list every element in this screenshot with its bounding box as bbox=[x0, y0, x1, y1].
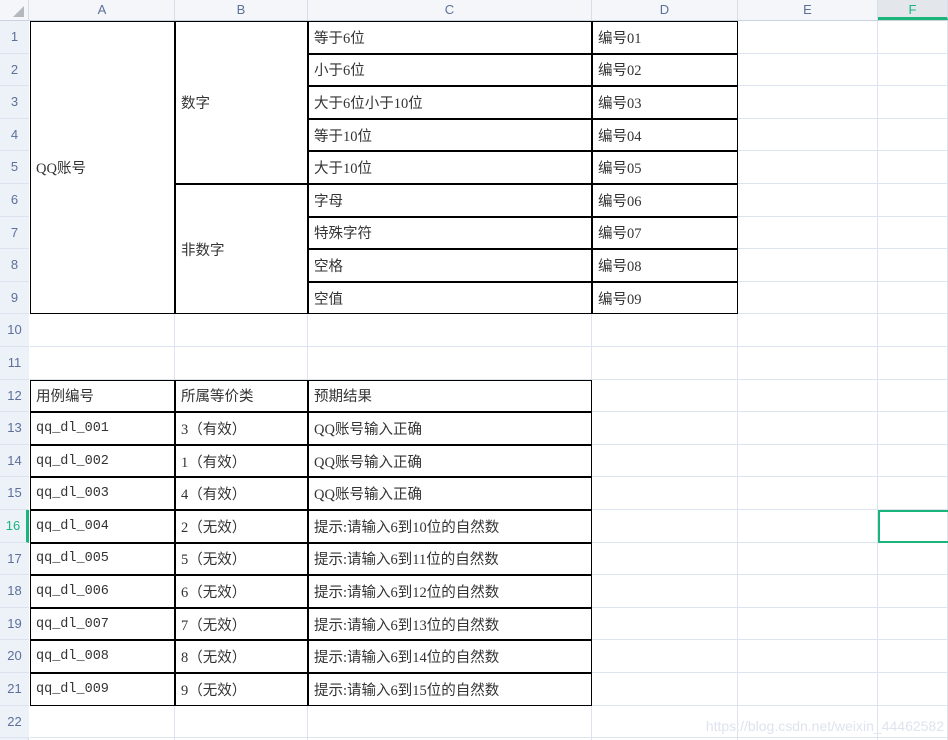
column-header-d[interactable]: D bbox=[592, 0, 738, 20]
row-header-10[interactable]: 10 bbox=[0, 314, 29, 347]
cell-case-id-7[interactable]: qq_dl_007 bbox=[30, 607, 175, 641]
cell-case-class-1[interactable]: 3（有效） bbox=[175, 412, 308, 445]
row-header-18[interactable]: 18 bbox=[0, 575, 29, 608]
column-header-f[interactable]: F bbox=[878, 0, 948, 20]
cell-case-class-7[interactable]: 7（无效） bbox=[175, 607, 308, 641]
cell-case-expected-8[interactable]: 提示:请输入6到14位的自然数 bbox=[308, 640, 592, 673]
grid-line-vertical bbox=[877, 21, 878, 740]
cell-case-class-9[interactable]: 9（无效） bbox=[175, 673, 308, 706]
cell-b1-group-numeric[interactable]: 数字 bbox=[175, 21, 308, 184]
cell-case-expected-2[interactable]: QQ账号输入正确 bbox=[308, 444, 592, 478]
grid-area[interactable]: QQ账号 数字 非数字 等于6位 编号01 小于6位 编号02 大于6位小于10位 编号03 等于… bbox=[30, 21, 948, 740]
cell-case-id-9[interactable]: qq_dl_009 bbox=[30, 673, 175, 706]
cell-c4-condition[interactable]: 等于10位 bbox=[308, 118, 592, 152]
cell-case-id-4[interactable]: qq_dl_004 bbox=[30, 510, 175, 543]
cell-case-id-5[interactable]: qq_dl_005 bbox=[30, 542, 175, 576]
cell-case-class-5[interactable]: 5（无效） bbox=[175, 542, 308, 576]
row-header-4[interactable]: 4 bbox=[0, 118, 29, 152]
row-header-5[interactable]: 5 bbox=[0, 151, 29, 184]
row-header-6[interactable]: 6 bbox=[0, 184, 29, 217]
row-header-13[interactable]: 13 bbox=[0, 412, 29, 445]
cell-d6-code[interactable]: 编号06 bbox=[592, 184, 738, 217]
column-header-e[interactable]: E bbox=[738, 0, 878, 20]
cell-c7-condition[interactable]: 特殊字符 bbox=[308, 216, 592, 250]
row-header-12[interactable]: 12 bbox=[0, 379, 29, 413]
cell-case-expected-7[interactable]: 提示:请输入6到13位的自然数 bbox=[308, 607, 592, 641]
row-header-1[interactable]: 1 bbox=[0, 21, 29, 54]
cell-d5-code[interactable]: 编号05 bbox=[592, 151, 738, 184]
cell-case-id-2[interactable]: qq_dl_002 bbox=[30, 444, 175, 478]
row-header-11[interactable]: 11 bbox=[0, 347, 29, 380]
row-header-7[interactable]: 7 bbox=[0, 216, 29, 250]
cell-b6-group-nonnumeric[interactable]: 非数字 bbox=[175, 184, 308, 315]
cell-case-class-6[interactable]: 6（无效） bbox=[175, 575, 308, 608]
cell-case-expected-9[interactable]: 提示:请输入6到15位的自然数 bbox=[308, 673, 592, 706]
cell-d9-code[interactable]: 编号09 bbox=[592, 281, 738, 315]
cell-case-expected-4[interactable]: 提示:请输入6到10位的自然数 bbox=[308, 510, 592, 543]
cell-d2-code[interactable]: 编号02 bbox=[592, 53, 738, 87]
column-header-bar[interactable]: ABCDEF bbox=[0, 0, 948, 21]
row-header-8[interactable]: 8 bbox=[0, 249, 29, 282]
cell-case-class-8[interactable]: 8（无效） bbox=[175, 640, 308, 673]
cell-header-id[interactable]: 用例编号 bbox=[30, 379, 175, 413]
cell-a1-subject[interactable]: QQ账号 bbox=[30, 21, 175, 315]
cell-case-id-1[interactable]: qq_dl_001 bbox=[30, 412, 175, 445]
row-header-17[interactable]: 17 bbox=[0, 542, 29, 576]
row-header-9[interactable]: 9 bbox=[0, 281, 29, 315]
cell-c2-condition[interactable]: 小于6位 bbox=[308, 53, 592, 87]
cell-header-expected[interactable]: 预期结果 bbox=[308, 379, 592, 413]
watermark-text: https://blog.csdn.net/weixin_44462582 bbox=[705, 718, 944, 734]
spreadsheet-canvas: QQ账号 数字 非数字 等于6位 编号01 小于6位 编号02 大于6位小于10位 编号03 等于… bbox=[0, 0, 948, 740]
cell-d7-code[interactable]: 编号07 bbox=[592, 216, 738, 250]
cell-case-id-8[interactable]: qq_dl_008 bbox=[30, 640, 175, 673]
cell-case-class-2[interactable]: 1（有效） bbox=[175, 444, 308, 478]
row-header-16[interactable]: 16 bbox=[0, 510, 29, 543]
column-header-b[interactable]: B bbox=[175, 0, 308, 20]
select-all-triangle-icon bbox=[13, 6, 24, 17]
row-header-2[interactable]: 2 bbox=[0, 53, 29, 87]
grid-line-horizontal bbox=[30, 737, 948, 739]
select-all-corner[interactable] bbox=[0, 0, 29, 20]
row-header-20[interactable]: 20 bbox=[0, 640, 29, 673]
cell-case-expected-5[interactable]: 提示:请输入6到11位的自然数 bbox=[308, 542, 592, 576]
cell-case-id-6[interactable]: qq_dl_006 bbox=[30, 575, 175, 608]
cell-c5-condition[interactable]: 大于10位 bbox=[308, 151, 592, 184]
cell-c3-condition[interactable]: 大于6位小于10位 bbox=[308, 86, 592, 119]
row-header-22[interactable]: 22 bbox=[0, 705, 29, 739]
cell-c8-condition[interactable]: 空格 bbox=[308, 249, 592, 282]
row-header-14[interactable]: 14 bbox=[0, 444, 29, 478]
cell-c9-condition[interactable]: 空值 bbox=[308, 281, 592, 315]
cell-d3-code[interactable]: 编号03 bbox=[592, 86, 738, 119]
cell-case-expected-3[interactable]: QQ账号输入正确 bbox=[308, 477, 592, 510]
column-header-a[interactable]: A bbox=[30, 0, 175, 20]
cell-d1-code[interactable]: 编号01 bbox=[592, 21, 738, 54]
row-header-3[interactable]: 3 bbox=[0, 86, 29, 119]
cell-d8-code[interactable]: 编号08 bbox=[592, 249, 738, 282]
column-header-c[interactable]: C bbox=[308, 0, 592, 20]
cell-d4-code[interactable]: 编号04 bbox=[592, 118, 738, 152]
cell-case-class-3[interactable]: 4（有效） bbox=[175, 477, 308, 510]
cell-case-class-4[interactable]: 2（无效） bbox=[175, 510, 308, 543]
row-header-19[interactable]: 19 bbox=[0, 607, 29, 641]
cell-c6-condition[interactable]: 字母 bbox=[308, 184, 592, 217]
cell-case-expected-1[interactable]: QQ账号输入正确 bbox=[308, 412, 592, 445]
cell-c1-condition[interactable]: 等于6位 bbox=[308, 21, 592, 54]
cell-case-id-3[interactable]: qq_dl_003 bbox=[30, 477, 175, 510]
cell-header-class[interactable]: 所属等价类 bbox=[175, 379, 308, 413]
row-header-21[interactable]: 21 bbox=[0, 673, 29, 706]
cell-case-expected-6[interactable]: 提示:请输入6到12位的自然数 bbox=[308, 575, 592, 608]
grid-line-horizontal bbox=[30, 346, 948, 347]
row-header-15[interactable]: 15 bbox=[0, 477, 29, 510]
row-header-bar[interactable]: 1 2 3 4 5 6 7 8 9 10 11 12 13 14 15 16 17 18 19 20 21 22 bbox=[0, 21, 29, 740]
